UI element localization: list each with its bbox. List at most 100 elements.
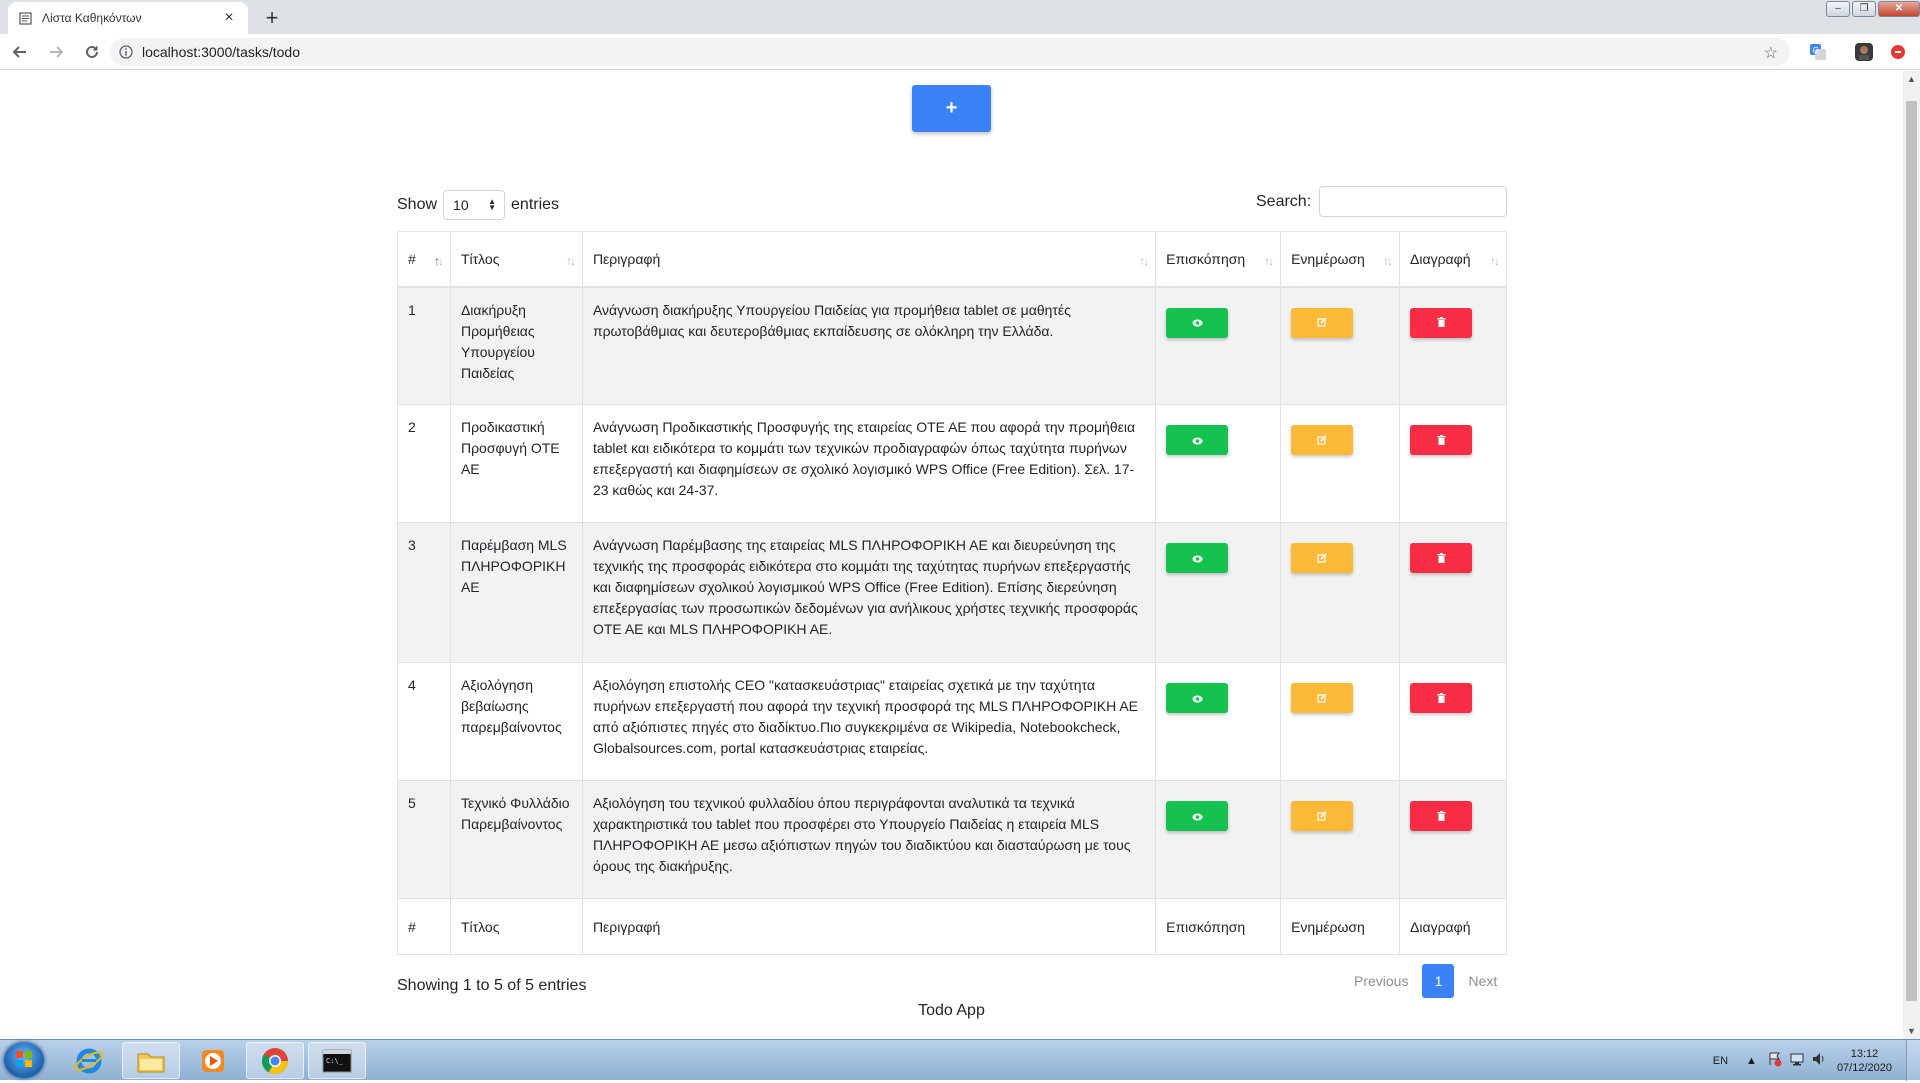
terminal-icon: C:\_ [322,1049,352,1072]
start-button[interactable] [4,1042,44,1078]
task-description: Αξιολόγηση επιστολής CEO "κατασκευάστρια… [581,662,1157,781]
task-title: Προδικαστική Προσφυγή ΟΤΕ ΑΕ [449,404,583,523]
table-header-row: # ↑↓ Τίτλος ↑↓ Περιγραφή ↑↓ Επισκόπηση ↑↓ Εν… [397,231,1507,288]
footer-column-delete: Διαγραφή [1399,898,1507,955]
adblock-extension-icon[interactable] [1888,42,1908,62]
delete-task-button[interactable] [1410,425,1473,455]
edit-icon [1317,312,1327,333]
edit-task-button[interactable] [1291,683,1354,713]
system-tray: EN ▲ 13:12 07/12/2020 [1713,1040,1920,1081]
eye-icon [1192,430,1203,451]
svg-text:C:\_: C:\_ [326,1057,344,1065]
delete-task-button[interactable] [1410,543,1473,573]
column-header-description[interactable]: Περιγραφή ↑↓ [581,231,1157,288]
document-icon [18,11,32,25]
page-length-value: 10 [453,197,469,213]
show-desktop-button[interactable] [1906,1040,1920,1081]
new-tab-button[interactable]: + [258,4,286,32]
command-prompt-taskbar-item[interactable]: C:\_ [308,1042,366,1079]
maximize-button[interactable]: ❐ [1852,1,1876,17]
network-icon[interactable] [1789,1051,1805,1070]
table-row: 3 Παρέμβαση MLS ΠΛΗΡΟΦΟΡΙΚΗ ΑΕ Ανάγνωση Πα… [397,522,1507,663]
table-footer-row: # Τίτλος Περιγραφή Επισκόπηση Ενημέρωση … [397,898,1507,955]
edit-task-button[interactable] [1291,801,1354,831]
previous-page-link[interactable]: Previous [1354,973,1408,989]
browser-tabstrip: Λίστα Καθηκόντων × + – ❐ ✕ [0,0,1920,34]
task-description: Ανάγνωση Παρέμβασης της εταιρείας MLS ΠΛ… [581,522,1157,663]
length-label-before: Show [397,196,438,213]
bookmark-star-icon[interactable]: ☆ [1764,43,1778,63]
edit-task-button[interactable] [1291,543,1354,573]
svg-text:G: G [1813,46,1819,55]
back-button[interactable] [4,38,36,66]
footer-column-description: Περιγραφή [581,898,1157,955]
view-task-button[interactable] [1166,801,1229,831]
clock[interactable]: 13:12 07/12/2020 [1837,1047,1892,1075]
current-page-button[interactable]: 1 [1422,964,1455,998]
internet-explorer-taskbar-item[interactable] [60,1042,118,1079]
update-cell [1280,780,1401,899]
edit-task-button[interactable] [1291,425,1354,455]
tray-expand-icon[interactable]: ▲ [1746,1055,1757,1067]
forward-button[interactable] [40,38,72,66]
update-cell [1280,522,1401,663]
sort-icon: ↑↓ [1383,254,1393,268]
view-task-button[interactable] [1166,307,1229,338]
folder-icon [137,1053,165,1072]
column-header-delete[interactable]: Διαγραφή ↑↓ [1399,231,1507,288]
scrollbar-thumb[interactable] [1906,101,1917,1001]
column-header-title[interactable]: Τίτλος ↑↓ [449,231,583,288]
view-task-button[interactable] [1166,543,1229,573]
scroll-up-icon[interactable]: ▲ [1903,71,1920,87]
forward-arrow-icon [50,45,64,58]
delete-task-button[interactable] [1410,683,1473,713]
footer-column-update: Ενημέρωση [1280,898,1401,955]
page-length-select[interactable]: 10 ▲ ▼ [443,190,506,220]
windows-logo-icon [16,1051,32,1067]
profile-avatar-icon[interactable] [1854,42,1874,62]
search-input[interactable] [1319,186,1508,217]
table-row: 1 Διακήρυξη Προμήθειας Υπουργείου Παιδεία… [397,286,1507,405]
delete-task-button[interactable] [1410,307,1473,338]
chrome-taskbar-item[interactable] [246,1042,304,1079]
view-cell [1155,522,1282,663]
info-icon[interactable] [118,44,134,60]
translate-extension-icon[interactable]: G [1808,42,1828,62]
column-header-view[interactable]: Επισκόπηση ↑↓ [1155,231,1282,288]
task-description: Αξιολόγηση του τεχνικού φυλλαδίου όπου π… [581,780,1157,899]
view-task-button[interactable] [1166,683,1229,713]
reload-icon [86,45,98,58]
add-task-button[interactable]: + [912,85,991,132]
length-control: Show 10 ▲ ▼ entries [397,190,559,220]
action-center-flag-icon[interactable] [1767,1051,1783,1070]
edit-task-button[interactable] [1291,307,1354,338]
browser-tab[interactable]: Λίστα Καθηκόντων × [8,2,248,34]
back-arrow-icon [12,45,26,58]
task-title: Διακήρυξη Προμήθειας Υπουργείου Παιδείας [449,286,583,405]
table-row: 5 Τεχνικό Φυλλάδιο Παρεμβαίνοντος Αξιολόγη… [397,780,1507,899]
address-bar[interactable]: localhost:3000/tasks/todo ☆ [110,38,1790,66]
edit-icon [1317,430,1327,451]
url-text: localhost:3000/tasks/todo [142,44,300,60]
language-indicator[interactable]: EN [1713,1055,1728,1067]
scroll-down-icon[interactable]: ▼ [1903,1023,1920,1039]
media-player-taskbar-item[interactable] [184,1042,242,1079]
volume-icon[interactable] [1811,1051,1827,1070]
view-task-button[interactable] [1166,425,1229,455]
close-tab-icon[interactable]: × [220,9,238,27]
file-explorer-taskbar-item[interactable] [122,1042,180,1079]
internet-explorer-icon [74,1048,104,1073]
window-close-button[interactable]: ✕ [1878,1,1920,17]
next-page-link[interactable]: Next [1468,973,1497,989]
delete-task-button[interactable] [1410,801,1473,831]
edit-icon [1317,806,1327,827]
task-number: 3 [397,522,451,663]
browser-toolbar: localhost:3000/tasks/todo ☆ [0,34,1920,70]
column-header-number[interactable]: # ↑↓ [397,231,451,288]
column-header-update[interactable]: Ενημέρωση ↑↓ [1280,231,1401,288]
minimize-button[interactable]: – [1826,1,1850,17]
update-cell [1280,404,1401,523]
page-scrollbar[interactable]: ▲ ▼ [1903,71,1920,1039]
task-title: Τεχνικό Φυλλάδιο Παρεμβαίνοντος [449,780,583,899]
reload-button[interactable] [76,38,108,66]
